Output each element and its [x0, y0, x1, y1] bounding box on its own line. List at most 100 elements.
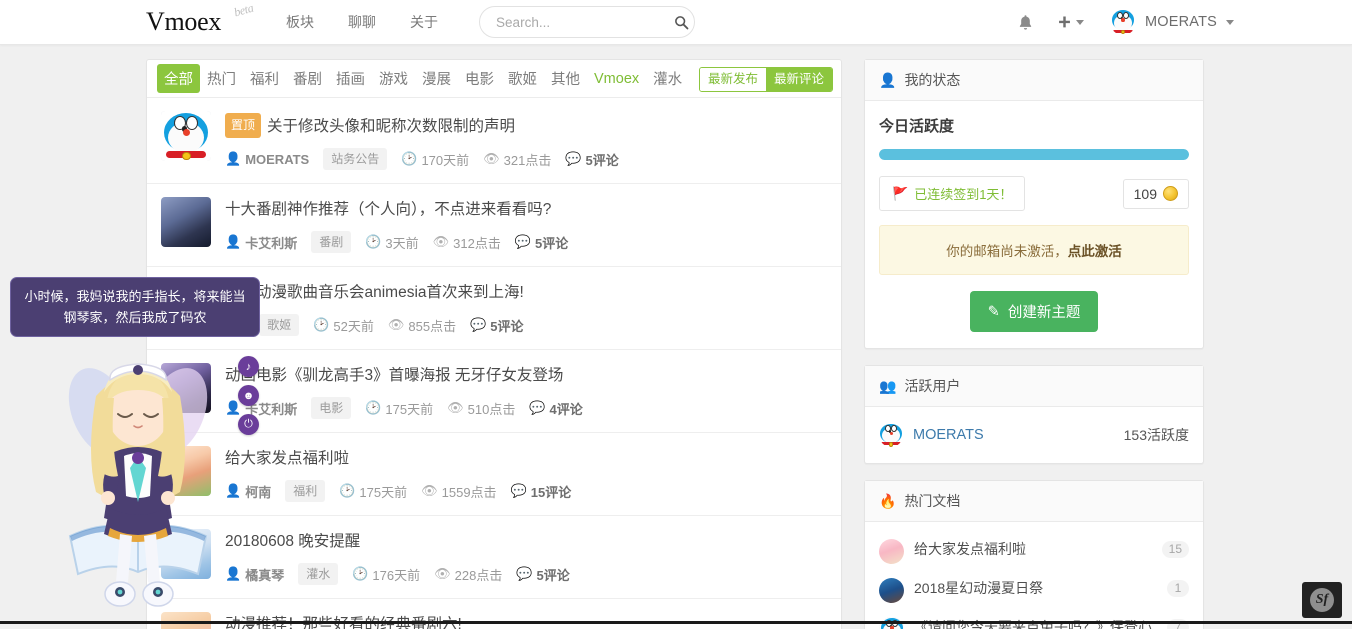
topic-comments: 4评论: [550, 399, 583, 418]
tab-guanshui[interactable]: 灌水: [646, 64, 689, 93]
clock-icon: 🕑: [365, 400, 381, 416]
topic-time: 52天前: [333, 316, 373, 335]
symfony-icon: Sf: [1310, 588, 1334, 612]
table-row[interactable]: 给大家发点福利啦 👤柯南 福利 🕑175天前 👁1559点击 💬15评论: [147, 433, 841, 516]
notifications-button[interactable]: [1005, 0, 1047, 45]
user-menu[interactable]: MOERATS: [1110, 0, 1234, 45]
music-note-icon[interactable]: ♪: [238, 356, 259, 377]
list-item[interactable]: MOERATS 153活跃度: [879, 421, 1189, 449]
create-menu-button[interactable]: [1047, 0, 1094, 45]
search-input[interactable]: [496, 15, 673, 30]
bell-icon: [1018, 14, 1033, 31]
eye-icon: 👁: [421, 483, 438, 499]
character-switch-icon[interactable]: ☻: [238, 385, 259, 406]
sort-newest-button[interactable]: 最新发布: [700, 68, 766, 91]
topic-title[interactable]: 十大番剧神作推荐（个人向），不点进来看看吗?: [225, 199, 827, 221]
table-row[interactable]: 置顶关于修改头像和昵称次数限制的声明 👤MOERATS 站务公告 🕑170天前 …: [147, 98, 841, 184]
topic-views: 855点击: [408, 316, 456, 335]
activate-link[interactable]: 点此激活: [1068, 244, 1122, 259]
user-icon: 👤: [225, 234, 241, 250]
table-row[interactable]: 动漫推荐！那些好看的经典番剧六! 👤櫻滿集 番剧 🕑177天前 👁688点击 💬…: [147, 599, 841, 629]
hot-doc-title[interactable]: 给大家发点福利啦: [914, 539, 1152, 560]
topic-tag[interactable]: 电影: [311, 397, 351, 419]
live2d-character[interactable]: [52, 340, 222, 624]
topic-title[interactable]: 20180608 晚安提醒: [225, 531, 827, 553]
tab-game[interactable]: 游戏: [372, 64, 415, 93]
coin-balance: 109: [1123, 179, 1189, 209]
topic-title[interactable]: 置顶关于修改头像和昵称次数限制的声明: [225, 113, 827, 138]
tab-hot[interactable]: 热门: [200, 64, 243, 93]
list-item[interactable]: 2018星幻动漫夏日祭 1: [879, 571, 1189, 610]
topic-list-card: 全部 热门 福利 番剧 插画 游戏 漫展 电影 歌姬 其他 Vmoex 灌水 最…: [146, 59, 842, 629]
avatar: [879, 578, 904, 603]
clock-icon: 🕑: [339, 483, 355, 499]
topic-comments: 5评论: [537, 565, 570, 584]
eye-icon: 👁: [388, 317, 405, 333]
tab-other[interactable]: 其他: [544, 64, 587, 93]
topic-title[interactable]: 日本动漫歌曲音乐会animesia首次来到上海!: [225, 282, 827, 304]
topic-tag[interactable]: 灌水: [298, 563, 338, 585]
tab-illust[interactable]: 插画: [329, 64, 372, 93]
topic-views: 1559点击: [442, 482, 497, 501]
users-icon: 👥: [879, 378, 896, 395]
topic-tag[interactable]: 歌姬: [259, 314, 299, 336]
topic-tag[interactable]: 福利: [285, 480, 325, 502]
table-row[interactable]: 十大番剧神作推荐（个人向），不点进来看看吗? 👤卡艾利斯 番剧 🕑3天前 👁31…: [147, 184, 841, 267]
tab-movie[interactable]: 电影: [458, 64, 501, 93]
main-column: 全部 热门 福利 番剧 插画 游戏 漫展 电影 歌姬 其他 Vmoex 灌水 最…: [146, 59, 842, 629]
user-icon: 👤: [225, 566, 241, 582]
eye-icon: 👁: [483, 151, 500, 167]
nav-item-boards[interactable]: 板块: [269, 0, 331, 45]
sort-latest-comment-button[interactable]: 最新评论: [766, 68, 832, 91]
nav-item-chat[interactable]: 聊聊: [331, 0, 393, 45]
tab-all[interactable]: 全部: [157, 64, 200, 93]
beta-badge: beta: [232, 1, 255, 21]
tab-welfare[interactable]: 福利: [243, 64, 286, 93]
topic-meta: 👤橘真琴 灌水 🕑176天前 👁228点击 💬5评论: [225, 563, 827, 585]
avatar: [161, 111, 211, 161]
comment-icon: 💬: [470, 317, 486, 333]
tab-singer[interactable]: 歌姬: [501, 64, 544, 93]
active-user-name[interactable]: MOERATS: [913, 427, 984, 443]
pinned-badge: 置顶: [225, 113, 261, 138]
topic-title[interactable]: 动画电影《驯龙高手3》首曝海报 无牙仔女友登场: [225, 365, 827, 387]
topic-author[interactable]: 橘真琴: [245, 565, 284, 584]
topic-tag[interactable]: 番剧: [311, 231, 351, 253]
site-logo[interactable]: Vmoex beta: [146, 7, 227, 37]
topic-tag[interactable]: 站务公告: [323, 148, 387, 170]
avatar: [879, 423, 903, 447]
topic-comments: 5评论: [535, 233, 568, 252]
symfony-debug-badge[interactable]: Sf: [1302, 582, 1342, 618]
nav-item-about[interactable]: 关于: [393, 0, 455, 45]
topic-meta: 👤MOERATS 站务公告 🕑170天前 👁321点击 💬5评论: [225, 148, 827, 170]
hot-doc-count: 15: [1162, 541, 1189, 558]
live2d-toolbar: ♪ ☻ ⏻: [238, 356, 259, 435]
tab-anime[interactable]: 番剧: [286, 64, 329, 93]
today-activity-label: 今日活跃度: [879, 115, 1189, 136]
topic-meta: 👤柯南 福利 🕑175天前 👁1559点击 💬15评论: [225, 480, 827, 502]
list-item[interactable]: 给大家发点福利啦 15: [879, 532, 1189, 571]
activity-progress-fill: [879, 149, 1189, 160]
tab-manzhan[interactable]: 漫展: [415, 64, 458, 93]
search-submit-button[interactable]: [673, 8, 690, 36]
user-icon: 👤: [879, 72, 896, 89]
search-box[interactable]: [479, 6, 695, 38]
signin-label: 已连续签到1天！: [914, 184, 1012, 203]
topic-author[interactable]: 卡艾利斯: [245, 233, 297, 252]
topic-author[interactable]: MOERATS: [245, 152, 309, 167]
signin-button[interactable]: 🚩 已连续签到1天！: [879, 176, 1025, 211]
topic-title[interactable]: 给大家发点福利啦: [225, 448, 827, 470]
power-icon[interactable]: ⏻: [238, 414, 259, 435]
avatar: [161, 197, 211, 247]
list-item[interactable]: 《请问您今天要来点兔子吗？》保登心爱旗袍手办 7: [879, 610, 1189, 629]
table-row[interactable]: 20180608 晚安提醒 👤橘真琴 灌水 🕑176天前 👁228点击 💬5评论: [147, 516, 841, 599]
tab-vmoex[interactable]: Vmoex: [587, 67, 646, 91]
my-status-panel: 👤 我的状态 今日活跃度 🚩 已连续签到1天！ 109: [864, 59, 1204, 349]
eye-icon: 👁: [434, 566, 451, 582]
nav-right-group: MOERATS: [1005, 0, 1234, 45]
create-topic-button[interactable]: ✎ 创建新主题: [970, 291, 1099, 332]
topic-author[interactable]: 柯南: [245, 482, 271, 501]
user-icon: 👤: [225, 483, 241, 499]
hot-doc-title[interactable]: 2018星幻动漫夏日祭: [914, 578, 1157, 599]
plus-icon: [1057, 15, 1072, 30]
